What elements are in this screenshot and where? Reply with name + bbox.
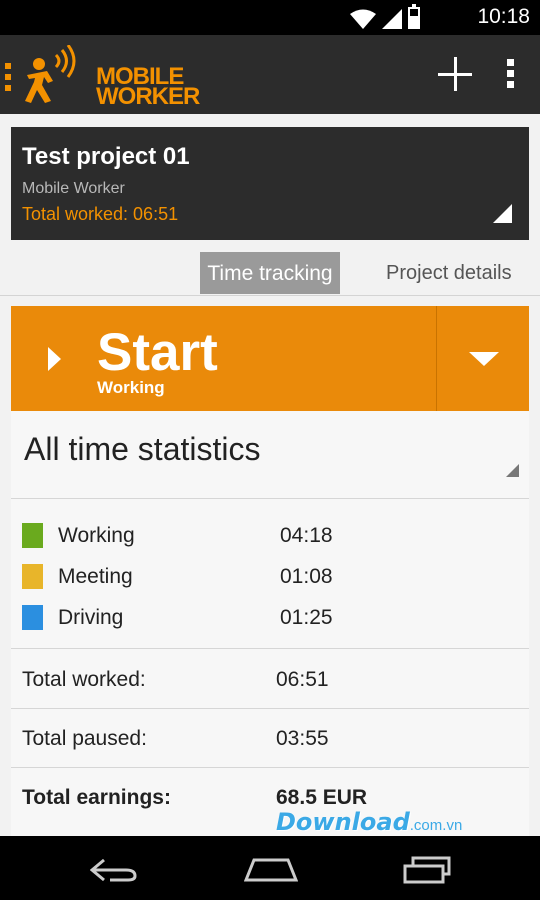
divider [11,498,529,499]
stats-title: All time statistics [24,431,261,467]
divider [11,767,529,768]
activity-name: Driving [58,606,124,629]
recent-apps-icon[interactable] [403,856,453,884]
divider [11,648,529,649]
watermark-domain: .com.vn [409,817,463,834]
start-label: Start [97,323,218,382]
total-value: 68.5 EUR [276,786,368,809]
project-subtitle: Mobile Worker [22,180,125,197]
total-label: Total worked: [22,668,146,691]
divider [11,708,529,709]
wifi-icon [350,9,376,29]
add-icon[interactable] [438,57,472,91]
watermark-text: Download [276,808,410,836]
home-icon[interactable] [244,856,298,882]
total-label: Total earnings: [22,786,171,809]
app-logo: MOBILE WORKER [22,45,202,110]
start-activity-label: Working [97,378,165,397]
start-button[interactable]: Start Working [11,306,529,411]
total-paused-row: Total paused: 03:55 [22,727,502,757]
stats-card: All time statistics Working 04:18 Meetin… [11,411,529,836]
navigation-bar [0,836,540,900]
start-divider [436,306,437,411]
stats-dropdown-corner-icon[interactable] [506,464,519,477]
project-total-worked: Total worked: 06:51 [22,204,179,224]
project-title: Test project 01 [22,143,190,170]
total-value: 03:55 [276,727,329,750]
clock: 10:18 [477,5,530,28]
activity-name: Working [58,524,135,547]
activity-row-working: Working 04:18 [22,523,502,551]
menu-icon[interactable] [5,63,11,91]
battery-icon [408,4,420,29]
color-swatch [22,523,43,548]
total-label: Total paused: [22,727,147,750]
total-worked-row: Total worked: 06:51 [22,668,502,698]
activity-dropdown-icon[interactable] [469,352,499,366]
activity-row-meeting: Meeting 01:08 [22,564,502,592]
dropdown-corner-icon [493,204,512,223]
play-icon [48,347,61,371]
app-bar: MOBILE WORKER [0,35,540,114]
total-value: 06:51 [276,668,329,691]
project-selector[interactable]: Test project 01 Mobile Worker Total work… [11,127,529,240]
logo-text: MOBILE WORKER [96,63,200,110]
status-bar: 10:18 [0,0,540,35]
activity-row-driving: Driving 01:25 [22,605,502,633]
tab-project-details[interactable]: Project details [386,262,512,285]
overflow-menu-icon[interactable] [507,59,515,89]
tab-time-tracking[interactable]: Time tracking [200,252,340,294]
activity-time: 01:25 [280,606,333,629]
tab-bar: Time tracking Project details [0,248,540,296]
back-icon[interactable] [90,858,138,882]
activity-name: Meeting [58,565,133,588]
activity-time: 01:08 [280,565,333,588]
color-swatch [22,605,43,630]
signal-icon [382,9,402,29]
color-swatch [22,564,43,589]
logo-icon [25,45,76,103]
status-icons [350,4,420,29]
activity-time: 04:18 [280,524,333,547]
